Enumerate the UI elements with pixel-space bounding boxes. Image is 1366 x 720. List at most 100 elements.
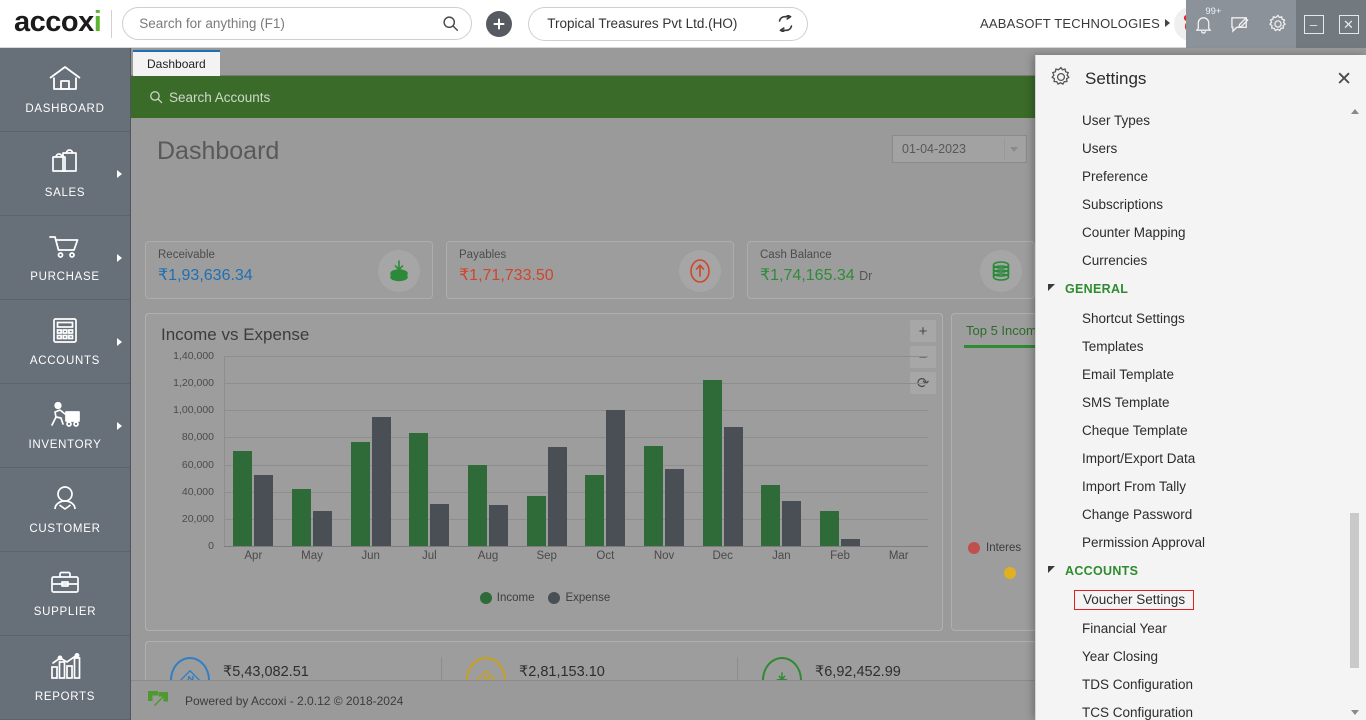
collapse-triangle-icon[interactable] [1048,565,1055,573]
chart-legend-item[interactable]: Income [479,592,534,604]
kpi-card-receivable[interactable]: Receivable ₹1,93,636.34 [145,241,433,299]
chart-legend-item[interactable]: Expense [548,592,610,604]
settings-item-label: Currencies [1082,252,1148,268]
settings-item-tcs-configuration[interactable]: TCS Configuration [1036,698,1366,720]
top5-legend-label-1: Interes [986,542,1022,554]
chart-bar-group [341,356,400,546]
chart-x-tick: Feb [830,550,850,562]
search-accounts-button[interactable]: Search Accounts [149,90,270,105]
chart-bar[interactable] [761,484,781,546]
settings-item-change-password[interactable]: Change Password [1036,500,1366,528]
settings-item-label: Change Password [1082,506,1193,522]
settings-scrollbar[interactable] [1350,103,1359,720]
settings-item-label: Email Template [1082,366,1175,382]
settings-group-general[interactable]: GENERAL [1036,274,1366,304]
settings-item-cheque-template[interactable]: Cheque Template [1036,416,1366,444]
sidebar-item-sales[interactable]: SALES [0,132,130,216]
chart-y-axis-labels: 0 20,000 40,000 60,000 80,000 1,00,000 1,20,00… [146,350,220,552]
settings-item-shortcut-settings[interactable]: Shortcut Settings [1036,304,1366,332]
sidebar-item-inventory[interactable]: INVENTORY [0,384,130,468]
sidebar-item-dashboard[interactable]: DASHBOARD [0,48,130,132]
chart-bar[interactable] [841,539,861,546]
settings-item-year-closing[interactable]: Year Closing [1036,642,1366,670]
settings-group-accounts[interactable]: ACCOUNTS [1036,556,1366,586]
settings-item-users[interactable]: Users [1036,134,1366,162]
chart-bar[interactable] [547,446,567,546]
settings-item-preference[interactable]: Preference [1036,162,1366,190]
settings-close-button[interactable]: ✕ [1336,70,1352,89]
kpi-card-payables[interactable]: Payables ₹1,71,733.50 [446,241,734,299]
settings-item-currencies[interactable]: Currencies [1036,246,1366,274]
settings-item-subscriptions[interactable]: Subscriptions [1036,190,1366,218]
settings-item-import-export-data[interactable]: Import/Export Data [1036,444,1366,472]
chart-bar[interactable] [371,417,391,546]
chart-y-tick: 1,00,000 [173,404,214,417]
messages-button[interactable] [1230,15,1251,34]
chart-bar[interactable] [350,441,370,546]
add-new-button[interactable] [486,10,513,37]
chart-bar[interactable] [644,445,664,546]
chart-bar[interactable] [430,503,450,546]
chart-bar[interactable] [606,410,626,546]
chart-bar[interactable] [820,510,840,546]
minimize-button[interactable]: – [1303,14,1324,34]
chart-bar[interactable] [782,501,802,546]
settings-item-templates[interactable]: Templates [1036,332,1366,360]
global-search-box[interactable] [122,7,473,40]
scroll-down-arrow-icon[interactable] [1350,706,1359,718]
settings-panel: Settings ✕ User Types Users Preference Subs… [1035,55,1366,720]
chart-bar[interactable] [526,495,546,546]
collapse-triangle-icon[interactable] [1048,283,1055,291]
chart-bar[interactable] [292,489,311,546]
chart-y-tick: 60,000 [181,458,214,471]
chart-bar[interactable] [702,380,722,546]
chevron-right-icon[interactable] [1165,19,1170,27]
chart-bar[interactable] [489,505,509,546]
sidebar-label-dashboard: DASHBOARD [25,102,105,115]
bar-chart-icon [49,652,81,686]
search-input[interactable] [139,16,443,31]
chart-bar[interactable] [313,510,332,546]
chart-bar[interactable] [468,464,488,546]
scroll-up-arrow-icon[interactable] [1350,105,1359,117]
settings-gear-button[interactable] [1268,14,1288,34]
chart-gridline [224,546,928,547]
chart-bar[interactable] [233,451,253,546]
organization-name[interactable]: AABASOFT TECHNOLOGIES [980,16,1160,31]
company-selector[interactable]: Tropical Treasures Pvt Ltd.(HO) [528,6,809,41]
settings-item-permission-approval[interactable]: Permission Approval [1036,528,1366,556]
sidebar-item-supplier[interactable]: SUPPLIER [0,552,130,636]
settings-item-voucher-settings[interactable]: Voucher Settings [1036,586,1366,614]
switch-company-icon[interactable] [776,15,795,32]
scrollbar-thumb[interactable] [1350,513,1359,668]
settings-item-user-types[interactable]: User Types [1036,106,1366,134]
notifications-button[interactable]: 99+ [1194,6,1221,34]
sidebar-item-accounts[interactable]: ACCOUNTS [0,300,130,384]
tab-dashboard[interactable]: Dashboard [133,50,220,76]
chart-bar[interactable] [723,426,743,546]
chart-bar[interactable] [665,468,685,546]
settings-item-label: Templates [1082,338,1144,354]
settings-item-counter-mapping[interactable]: Counter Mapping [1036,218,1366,246]
chart-x-tick: Nov [653,550,675,562]
chevron-down-icon[interactable] [1004,138,1022,160]
settings-item-email-template[interactable]: Email Template [1036,360,1366,388]
chart-bar[interactable] [585,475,605,546]
settings-item-import-from-tally[interactable]: Import From Tally [1036,472,1366,500]
settings-item-financial-year[interactable]: Financial Year [1036,614,1366,642]
sidebar-label-sales: SALES [44,186,86,199]
close-button[interactable]: ✕ [1338,14,1359,34]
sidebar-item-customer[interactable]: CUSTOMER [0,468,130,552]
date-from-picker[interactable]: 01-04-2023 [892,135,1027,163]
summary-amount-sales: ₹5,43,082.51 [223,663,309,680]
chart-bar[interactable] [254,475,274,546]
kpi-card-cash-balance[interactable]: Cash Balance ₹1,74,165.34 Dr [747,241,1035,299]
sidebar-item-purchase[interactable]: PURCHASE [0,216,130,300]
settings-item-tds-configuration[interactable]: TDS Configuration [1036,670,1366,698]
settings-item-label: Cheque Template [1082,422,1188,438]
settings-item-sms-template[interactable]: SMS Template [1036,388,1366,416]
chart-x-tick: Jun [361,550,380,562]
sidebar-item-reports[interactable]: REPORTS [0,636,130,720]
chart-bar[interactable] [409,433,429,546]
chart-zoom-in-button[interactable]: + [910,320,936,342]
